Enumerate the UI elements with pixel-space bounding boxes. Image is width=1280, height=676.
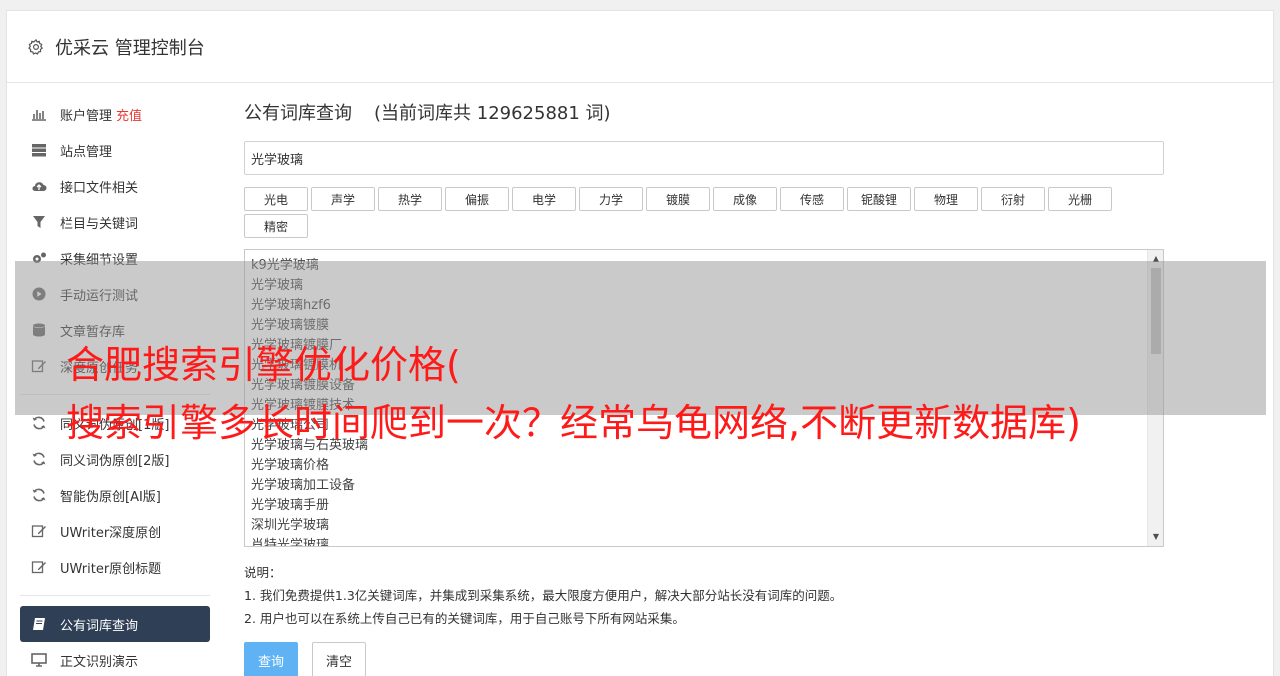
overlay-caption: 合肥搜索引擎优化价格( 搜索引擎多长时间爬到一次？经常乌龟网络,不断更新数据库) <box>66 336 1081 452</box>
sidebar-item-ai-rewrite[interactable]: 智能伪原创[AI版] <box>20 477 210 513</box>
refresh-icon <box>30 416 48 430</box>
recharge-link[interactable]: 充值 <box>116 105 142 124</box>
category-tags: 光电 声学 热学 偏振 电学 力学 镀膜 成像 传感 铌酸锂 物理 衍射 光栅 … <box>244 187 1124 241</box>
sidebar-item-label: 接口文件相关 <box>60 180 139 196</box>
list-item: 肖特光学玻璃 <box>251 538 330 547</box>
overlay-line-1: 合肥搜索引擎优化价格( <box>66 343 461 387</box>
tag-button[interactable]: 精密 <box>244 214 308 238</box>
tag-button[interactable]: 物理 <box>914 187 978 211</box>
tag-button[interactable]: 镀膜 <box>646 187 710 211</box>
tag-button[interactable]: 光电 <box>244 187 308 211</box>
sidebar-divider <box>20 595 210 596</box>
refresh-icon <box>30 488 48 502</box>
sidebar-item-label: 栏目与关键词 <box>60 216 139 232</box>
tag-button[interactable]: 声学 <box>311 187 375 211</box>
scroll-down-arrow-icon[interactable]: ▼ <box>1148 530 1163 544</box>
note-line: 1. 我们免费提供1.3亿关键词库，并集成到采集系统，最大限度方便用户，解决大部… <box>244 588 843 603</box>
notes: 说明： 1. 我们免费提供1.3亿关键词库，并集成到采集系统，最大限度方便用户，… <box>244 561 1164 630</box>
monitor-icon <box>30 653 48 667</box>
sidebar-item-account[interactable]: 账户管理 充值 <box>20 96 210 132</box>
sidebar-item-public-lexicon[interactable]: 公有词库查询 <box>20 606 210 642</box>
edit-icon <box>30 560 48 574</box>
tag-button[interactable]: 成像 <box>713 187 777 211</box>
sidebar-item-label: 正文识别演示 <box>60 654 139 670</box>
overlay-line-2: 搜索引擎多长时间爬到一次？经常乌龟网络,不断更新数据库) <box>66 401 1081 445</box>
sidebar-item-uwriter-deep[interactable]: UWriter深度原创 <box>20 513 210 549</box>
query-button[interactable]: 查询 <box>244 642 298 676</box>
notes-title: 说明： <box>244 565 282 580</box>
sidebar-item-label: UWriter原创标题 <box>60 561 162 577</box>
sidebar-item-label: 账户管理 <box>60 108 113 124</box>
list-item: 光学玻璃手册 <box>251 498 330 513</box>
header: 优采云 管理控制台 <box>7 11 1273 83</box>
keyword-input[interactable] <box>244 141 1164 175</box>
gear-icon <box>28 38 43 55</box>
sidebar-item-label: 同义词伪原创[2版] <box>60 453 170 469</box>
section-title: 公有词库查询 <box>244 103 352 124</box>
tag-button[interactable]: 偏振 <box>445 187 509 211</box>
sidebar-item-text-recognition[interactable]: 正文识别演示 <box>20 642 210 676</box>
book-icon <box>30 617 48 631</box>
page-title: 优采云 管理控制台 <box>55 37 205 59</box>
tag-button[interactable]: 传感 <box>780 187 844 211</box>
clear-button[interactable]: 清空 <box>312 642 366 676</box>
action-buttons: 查询 清空 <box>244 642 1164 676</box>
edit-icon <box>30 524 48 538</box>
section-heading: 公有词库查询 (当前词库共 129625881 词) <box>244 96 1164 132</box>
filter-icon <box>30 215 48 229</box>
bar-chart-icon <box>30 107 48 121</box>
tag-button[interactable]: 热学 <box>378 187 442 211</box>
tag-button[interactable]: 衍射 <box>981 187 1045 211</box>
sidebar-item-interface-files[interactable]: 接口文件相关 <box>20 168 210 204</box>
list-item: 光学玻璃加工设备 <box>251 478 356 493</box>
list-item: 深圳光学玻璃 <box>251 518 330 533</box>
list-item: 光学玻璃价格 <box>251 458 330 473</box>
tag-button[interactable]: 力学 <box>579 187 643 211</box>
sidebar-item-uwriter-title[interactable]: UWriter原创标题 <box>20 549 210 585</box>
cloud-upload-icon <box>30 179 48 193</box>
sidebar-item-label: 公有词库查询 <box>60 618 139 634</box>
sidebar-item-label: 智能伪原创[AI版] <box>60 489 161 505</box>
note-line: 2. 用户也可以在系统上传自己已有的关键词库，用于自己账号下所有网站采集。 <box>244 611 685 626</box>
lexicon-count: (当前词库共 129625881 词) <box>374 103 611 124</box>
sidebar-item-sites[interactable]: 站点管理 <box>20 132 210 168</box>
sidebar-item-columns-keywords[interactable]: 栏目与关键词 <box>20 204 210 240</box>
tag-button[interactable]: 铌酸锂 <box>847 187 911 211</box>
tag-button[interactable]: 电学 <box>512 187 576 211</box>
tag-button[interactable]: 光栅 <box>1048 187 1112 211</box>
refresh-icon <box>30 452 48 466</box>
sidebar-item-label: UWriter深度原创 <box>60 525 162 541</box>
sidebar-item-label: 站点管理 <box>60 144 113 160</box>
server-icon <box>30 143 48 157</box>
